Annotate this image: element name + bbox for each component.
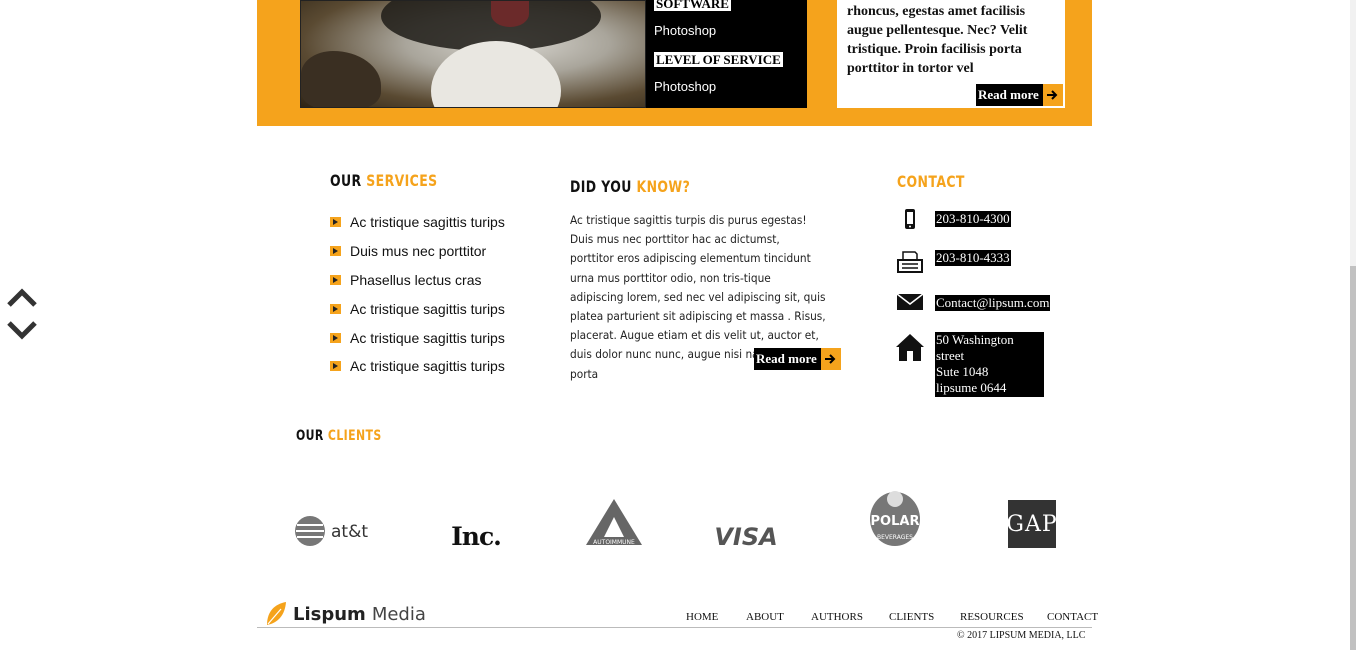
att-logo-text: at&t (331, 522, 368, 542)
footer-nav-clients[interactable]: CLIENTS (889, 611, 934, 623)
inc-logo[interactable]: Inc. (444, 522, 508, 551)
address-block: 50 Washington street Sute 1048 lipsume 0… (935, 332, 1044, 397)
gap-logo[interactable]: GAP (1006, 500, 1057, 548)
read-more-label: Read more (978, 87, 1039, 102)
footer-divider (257, 627, 1092, 628)
visa-logo[interactable]: VISA (713, 523, 779, 551)
service-item[interactable]: Ac tristique sagittis turips (330, 208, 505, 237)
footer-nav-contact[interactable]: CONTACT (1047, 611, 1098, 623)
address-line: 50 Washington street (936, 332, 1014, 363)
service-item[interactable]: Ac tristique sagittis turips (330, 352, 505, 381)
service-item[interactable]: Phasellus lectus cras (330, 266, 505, 295)
autoimmune-logo[interactable]: AUTOIMMUNE (584, 497, 644, 547)
phone-icon (895, 205, 925, 235)
project-description-card: rhoncus, egestas amet facilisis augue pe… (837, 0, 1065, 108)
know-read-more-button[interactable]: Read more (754, 348, 841, 370)
footer-nav-home[interactable]: HOME (686, 611, 718, 623)
arrow-bullet-icon (330, 246, 341, 257)
portfolio-hero-band: SOFTWARE Photoshop LEVEL OF SERVICE Phot… (257, 0, 1092, 126)
clients-heading: OUR CLIENTS (296, 428, 382, 444)
service-item[interactable]: Duis mus nec porttitor (330, 237, 505, 266)
services-heading: OUR SERVICES (330, 171, 438, 190)
service-level-label: LEVEL OF SERVICE (654, 52, 783, 67)
polar-logo[interactable]: POLAR BEVERAGES (868, 487, 922, 547)
arrow-bullet-icon (330, 274, 341, 285)
arrow-right-icon (1042, 84, 1063, 106)
arrow-right-icon (820, 348, 841, 370)
polar-logo-text: POLAR (871, 514, 920, 529)
att-logo[interactable]: at&t (294, 514, 374, 548)
read-more-label: Read more (756, 351, 817, 366)
contact-heading: CONTACT (897, 172, 965, 191)
arrow-bullet-icon (330, 303, 341, 314)
services-list: Ac tristique sagittis turips Duis mus ne… (330, 208, 505, 381)
did-you-know-heading: DID YOU KNOW? (570, 177, 691, 196)
portfolio-image[interactable] (300, 0, 646, 108)
footer-brand-logo[interactable]: Lispum Media (265, 601, 426, 627)
brand-name-light: Media (371, 603, 426, 625)
fax-icon (895, 246, 925, 276)
page-scrollbar[interactable] (1350, 0, 1356, 650)
footer-nav-about[interactable]: ABOUT (746, 611, 784, 623)
polar-logo-subtext: BEVERAGES (877, 534, 913, 541)
project-info-panel: SOFTWARE Photoshop LEVEL OF SERVICE Phot… (646, 0, 807, 108)
brand-name-bold: Lispum (293, 603, 366, 625)
mail-icon (895, 287, 925, 317)
service-level-value: Photoshop (654, 79, 717, 94)
autoimmune-logo-text: AUTOIMMUNE (593, 539, 635, 546)
arrow-bullet-icon (330, 361, 341, 372)
address-line: Sute 1048 (936, 364, 989, 379)
service-item[interactable]: Ac tristique sagittis turips (330, 294, 505, 323)
fax-number: 203-810-4333 (935, 250, 1011, 266)
copyright-text: © 2017 LIPSUM MEDIA, LLC (957, 630, 1086, 641)
hero-read-more-button[interactable]: Read more (976, 84, 1063, 106)
chevron-up-icon[interactable] (6, 286, 38, 310)
phone-number: 203-810-4300 (935, 211, 1011, 227)
scrollbar-thumb[interactable] (1350, 266, 1356, 650)
email-link[interactable]: Contact@lipsum.com (935, 295, 1051, 311)
home-icon (895, 332, 925, 362)
service-item[interactable]: Ac tristique sagittis turips (330, 323, 505, 352)
leaf-icon (267, 602, 286, 625)
project-description: rhoncus, egestas amet facilisis augue pe… (847, 4, 1028, 76)
chevron-down-icon[interactable] (6, 318, 38, 342)
arrow-bullet-icon (330, 217, 341, 228)
footer-nav-resources[interactable]: RESOURCES (960, 611, 1024, 623)
arrow-bullet-icon (330, 332, 341, 343)
footer-nav-authors[interactable]: AUTHORS (811, 611, 863, 623)
address-line: lipsume 0644 (936, 380, 1007, 395)
software-value: Photoshop (654, 23, 717, 38)
software-label: SOFTWARE (654, 0, 731, 11)
